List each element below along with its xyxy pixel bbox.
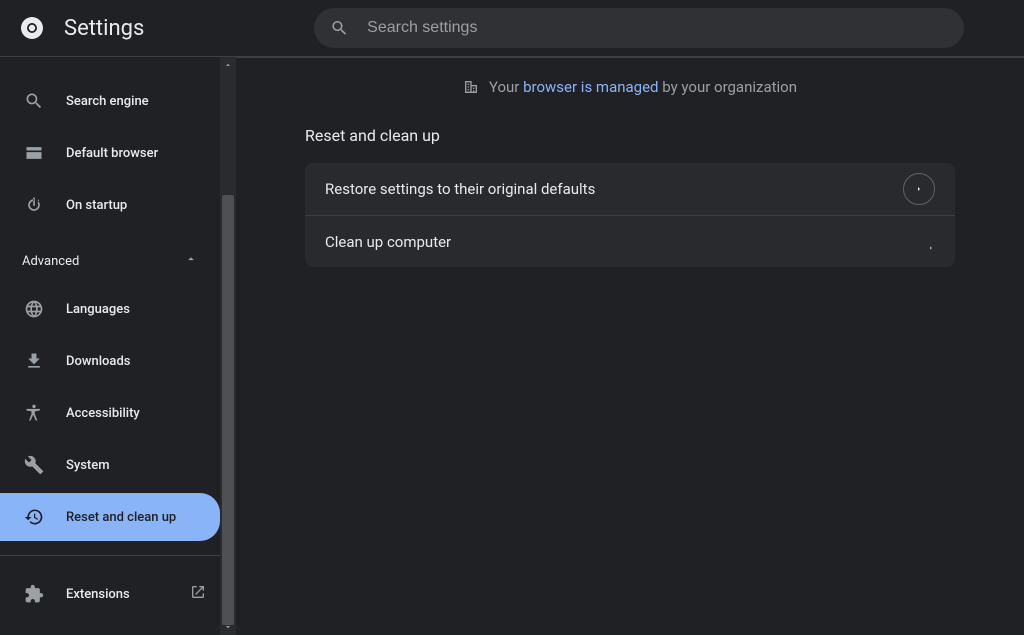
browser-icon	[24, 143, 44, 163]
sidebar-item-about-chrome[interactable]: About Chrome	[0, 622, 220, 635]
restore-icon	[24, 507, 44, 527]
sidebar-item-label: On startup	[66, 198, 127, 213]
row-action-button[interactable]	[903, 173, 935, 205]
managed-prefix: Your	[489, 78, 523, 96]
external-link-icon	[190, 584, 206, 604]
sidebar-item-reset-cleanup[interactable]: Reset and clean up	[0, 493, 220, 541]
sidebar-item-extensions[interactable]: Extensions	[0, 570, 220, 618]
advanced-label: Advanced	[22, 254, 79, 269]
puzzle-icon	[24, 584, 44, 604]
building-icon	[463, 79, 479, 95]
settings-card: Restore settings to their original defau…	[305, 163, 955, 267]
sidebar-item-label: System	[66, 458, 110, 473]
sidebar-item-system[interactable]: System	[0, 441, 220, 489]
managed-link[interactable]: browser is managed	[523, 78, 658, 96]
sidebar-item-label: Default browser	[66, 146, 158, 161]
row-label: Clean up computer	[325, 233, 451, 251]
sidebar-item-languages[interactable]: Languages	[0, 285, 220, 333]
sidebar-item-default-browser[interactable]: Default browser	[0, 129, 220, 177]
accessibility-icon	[24, 403, 44, 423]
chevron-right-icon	[915, 185, 923, 193]
wrench-icon	[24, 455, 44, 475]
sidebar-item-label: Extensions	[66, 587, 130, 602]
search-input[interactable]	[367, 19, 948, 37]
section-title: Reset and clean up	[305, 126, 955, 145]
chevron-up-icon	[184, 252, 198, 270]
search-icon	[330, 18, 349, 38]
scroll-down-button[interactable]	[220, 619, 236, 635]
chrome-logo-icon	[20, 16, 44, 40]
sidebar-item-on-startup[interactable]: On startup	[0, 181, 220, 229]
sidebar-item-downloads[interactable]: Downloads	[0, 337, 220, 385]
row-clean-up-computer[interactable]: Clean up computer	[305, 215, 955, 267]
sidebar-item-label: Accessibility	[66, 406, 140, 421]
app-header: Settings	[0, 0, 1024, 56]
sidebar: Appearance Search engine Default browser…	[0, 57, 236, 635]
search-icon	[24, 91, 44, 111]
sidebar-item-label: Search engine	[66, 94, 149, 109]
app-title: Settings	[64, 16, 144, 41]
sidebar-advanced-toggle[interactable]: Advanced	[0, 241, 220, 281]
chevron-right-icon	[927, 238, 935, 246]
globe-icon	[24, 299, 44, 319]
scroll-thumb[interactable]	[222, 195, 234, 625]
sidebar-divider	[0, 555, 220, 556]
sidebar-item-search-engine[interactable]: Search engine	[0, 77, 220, 125]
sidebar-item-label: Languages	[66, 302, 130, 317]
row-label: Restore settings to their original defau…	[325, 180, 595, 198]
main-content: Your browser is managed by your organiza…	[236, 57, 1024, 635]
power-icon	[24, 195, 44, 215]
sidebar-item-label: Reset and clean up	[66, 510, 176, 525]
download-icon	[24, 351, 44, 371]
sidebar-item-accessibility[interactable]: Accessibility	[0, 389, 220, 437]
search-settings-field[interactable]	[314, 8, 964, 48]
row-restore-defaults[interactable]: Restore settings to their original defau…	[305, 163, 955, 215]
sidebar-scrollbar[interactable]	[220, 57, 236, 635]
scroll-up-button[interactable]	[220, 57, 236, 73]
palette-icon	[24, 57, 44, 59]
sidebar-item-appearance[interactable]: Appearance	[0, 57, 220, 73]
sidebar-item-label: Downloads	[66, 354, 130, 369]
managed-notice: Your browser is managed by your organiza…	[236, 78, 1024, 96]
managed-suffix: by your organization	[659, 78, 798, 96]
